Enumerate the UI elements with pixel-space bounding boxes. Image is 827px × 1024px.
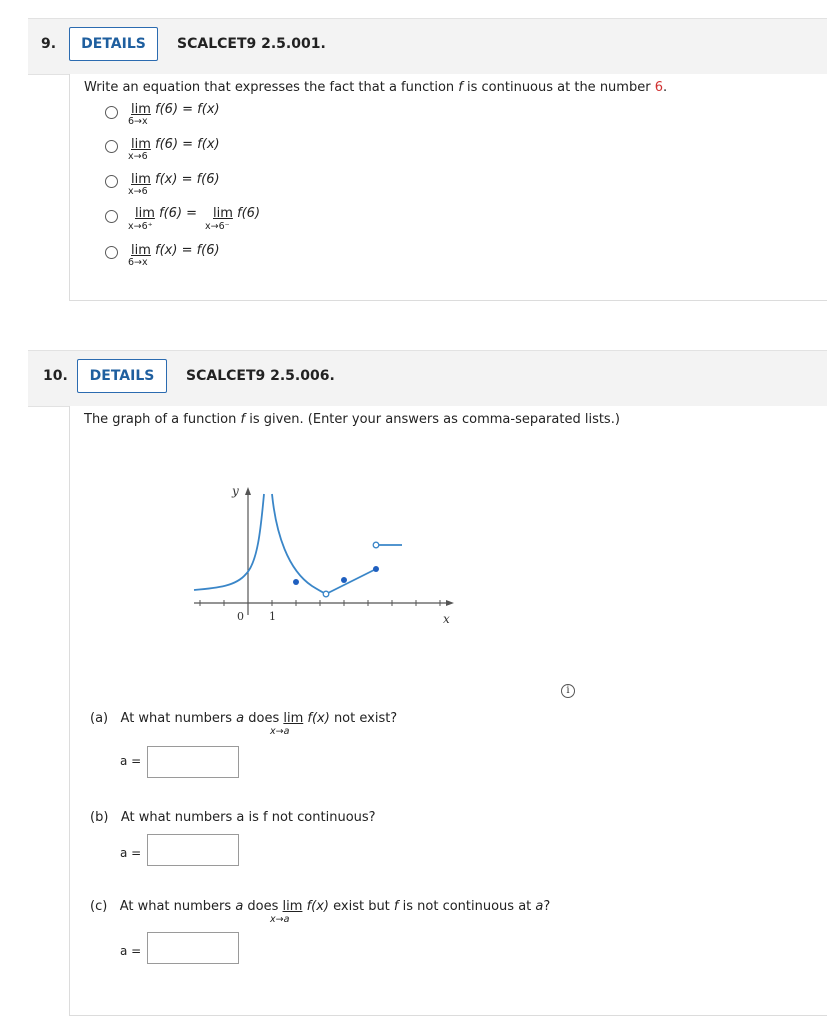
limit-expression: lim f(6) = <box>135 206 198 221</box>
q10-header: 10. DETAILS SCALCET9 2.5.006. <box>28 350 827 407</box>
radio-button[interactable] <box>105 246 118 259</box>
part-b-question: (b) At what numbers a is f not continuou… <box>90 810 376 825</box>
tick-label-1: 1 <box>269 610 276 623</box>
x-axis-label: x <box>443 612 450 626</box>
limit-subscript: x→a <box>270 914 290 925</box>
limit-expression: lim f(6) = f(x) <box>131 102 220 117</box>
question-code: SCALCET9 2.5.006. <box>186 368 335 384</box>
question-prompt: Write an equation that expresses the fac… <box>84 80 668 95</box>
curve-right-segment <box>325 568 377 595</box>
q10-body: The graph of a function f is given. (Ent… <box>69 406 827 1016</box>
radio-button[interactable] <box>105 140 118 153</box>
part-c-question: (c) At what numbers a does lim f(x) exis… <box>90 899 551 914</box>
function-graph: y x 0 1 <box>193 484 454 626</box>
limit-subscript: 6→x <box>128 257 148 268</box>
limit-expression: lim f(6) = f(x) <box>131 137 220 152</box>
limit-subscript: 6→x <box>128 116 148 127</box>
question-prompt: The graph of a function f is given. (Ent… <box>84 412 620 427</box>
limit-subscript: x→a <box>270 726 290 737</box>
info-icon[interactable]: i <box>561 684 575 698</box>
part-a-question: (a) At what numbers a does lim f(x) not … <box>90 711 398 726</box>
details-button[interactable]: DETAILS <box>77 359 167 393</box>
limit-subscript: x→6 <box>128 186 148 197</box>
answer-input-c[interactable] <box>147 932 239 964</box>
answer-label: a = <box>120 846 142 860</box>
open-point <box>322 590 330 598</box>
limit-expression: lim f(x) = f(6) <box>131 243 220 258</box>
q9-header: 9. DETAILS SCALCET9 2.5.001. <box>28 18 827 75</box>
question-number: 10. <box>43 368 68 384</box>
y-axis-label: y <box>231 484 239 498</box>
limit-expression: lim f(x) = f(6) <box>131 172 220 187</box>
filled-point <box>341 577 347 583</box>
answer-input-b[interactable] <box>147 834 239 866</box>
answer-label: a = <box>120 754 142 768</box>
filled-point <box>293 579 299 585</box>
curve-left-branch <box>193 493 265 591</box>
y-axis-arrow <box>245 487 251 495</box>
question-code: SCALCET9 2.5.001. <box>177 36 326 52</box>
limit-subscript: x→6 <box>128 151 148 162</box>
radio-button[interactable] <box>105 175 118 188</box>
q9-body: Write an equation that expresses the fac… <box>69 74 827 301</box>
answer-input-a[interactable] <box>147 746 239 778</box>
details-button[interactable]: DETAILS <box>69 27 158 61</box>
tick-label-0: 0 <box>237 610 244 623</box>
limit-expression: lim f(6) <box>213 206 261 221</box>
radio-button[interactable] <box>105 106 118 119</box>
curve-middle-branch <box>271 493 327 595</box>
answer-label: a = <box>120 944 142 958</box>
radio-button[interactable] <box>105 210 118 223</box>
limit-subscript: x→6⁺ <box>128 221 153 232</box>
question-number: 9. <box>41 36 57 52</box>
open-point <box>372 541 380 549</box>
limit-subscript: x→6⁻ <box>205 221 230 232</box>
x-axis-arrow <box>446 600 454 606</box>
filled-point <box>373 566 379 572</box>
